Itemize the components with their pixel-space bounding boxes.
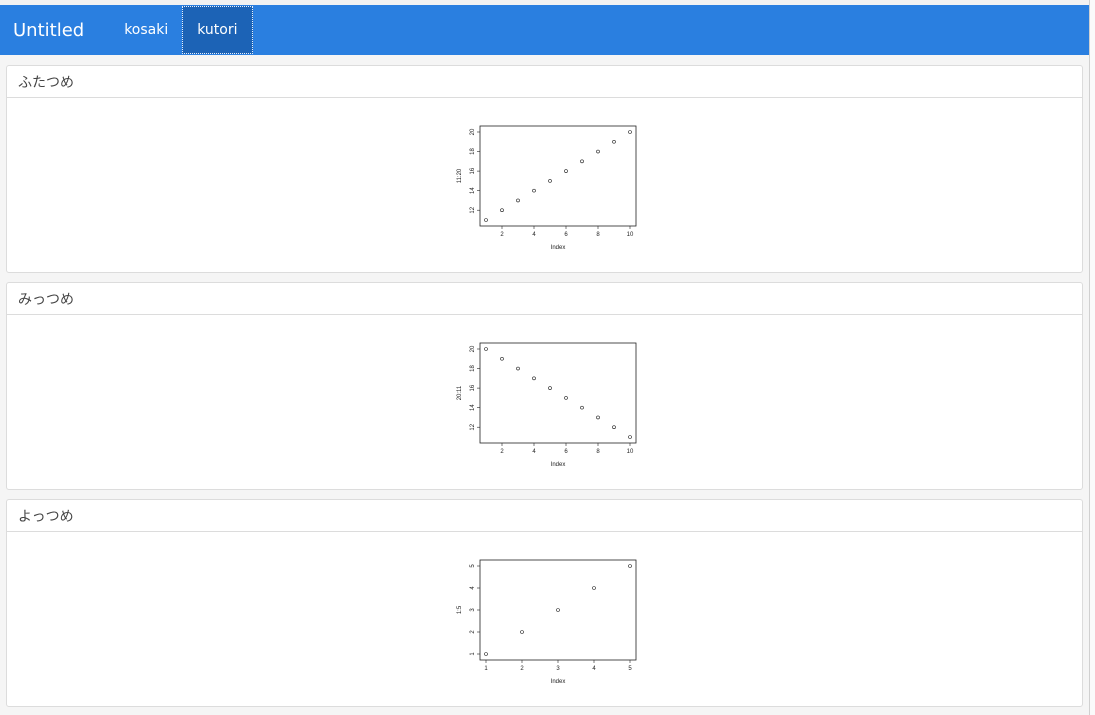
y-tick-label: 18	[470, 148, 476, 155]
panel-yottsume: よっつめ 1 2 3 4 5 1 2 3 4 5 Index 1:5	[6, 499, 1083, 707]
y-tick-label: 14	[470, 187, 476, 194]
data-point	[612, 425, 616, 430]
data-point	[592, 586, 596, 590]
data-point	[500, 356, 504, 361]
y-tick-label: 20	[470, 128, 476, 135]
x-tick-label: 8	[596, 449, 600, 455]
scatter-plot: 2 4 6 8 10 12 14 16 18 20 Index 11:20	[457, 125, 637, 251]
data-point	[628, 564, 632, 568]
y-tick-label: 14	[470, 404, 476, 411]
data-point	[484, 218, 488, 222]
x-tick-label: 5	[628, 666, 632, 672]
data-point	[532, 188, 536, 193]
data-point	[484, 652, 488, 656]
data-point	[580, 159, 584, 164]
plot-frame	[479, 559, 637, 661]
plot-container: 2 4 6 8 10 12 14 16 18 20 Index 20:11	[7, 315, 1082, 489]
data-point	[596, 415, 600, 420]
shiny-app: Untitled kosaki kutori ふたつめ 2 4 6 8 10 12 14 16…	[0, 5, 1089, 715]
x-tick-label: 10	[627, 232, 634, 238]
y-axis-label: 1:5	[457, 605, 463, 614]
y-tick-label: 18	[470, 365, 476, 372]
data-point	[500, 208, 504, 213]
tab-kosaki[interactable]: kosaki	[110, 6, 182, 54]
data-point	[564, 169, 568, 173]
y-tick-label: 12	[470, 423, 476, 430]
scatter-plot: 2 4 6 8 10 12 14 16 18 20 Index 20:11	[457, 342, 637, 468]
y-tick-label: 20	[470, 345, 476, 352]
data-point	[580, 405, 584, 410]
data-point	[556, 608, 560, 612]
y-tick-label: 3	[470, 608, 476, 612]
panel-mittsume: みっつめ 2 4 6 8 10 12 14 16 18 20 Index 20:11	[6, 282, 1083, 490]
x-tick-label: 8	[596, 232, 600, 238]
data-point	[548, 179, 552, 183]
x-tick-label: 4	[532, 449, 536, 455]
tab-content: ふたつめ 2 4 6 8 10 12 14 16 18 20 Index 11:20 みっつめ 246…	[0, 55, 1089, 707]
y-tick-label: 2	[470, 630, 476, 634]
x-tick-label: 3	[556, 666, 560, 672]
data-point	[628, 130, 632, 134]
data-point	[516, 366, 520, 371]
x-axis-label: Index	[551, 245, 566, 251]
y-tick-label: 12	[470, 206, 476, 213]
data-point	[612, 139, 616, 144]
x-tick-label: 2	[500, 232, 504, 238]
data-point	[484, 347, 488, 351]
x-tick-label: 2	[500, 449, 504, 455]
y-axis-label: 20:11	[457, 385, 463, 400]
x-axis-label: Index	[551, 462, 566, 468]
y-tick-label: 16	[470, 384, 476, 391]
data-point	[596, 149, 600, 154]
y-tick-label: 16	[470, 167, 476, 174]
panel-futatsume: ふたつめ 2 4 6 8 10 12 14 16 18 20 Index 11:20	[6, 65, 1083, 273]
x-tick-label: 1	[484, 666, 488, 672]
data-point	[548, 386, 552, 390]
app-title: Untitled	[13, 19, 85, 41]
panel-title: みっつめ	[7, 283, 1082, 315]
scatter-plot: 1 2 3 4 5 1 2 3 4 5 Index 1:5	[457, 559, 637, 685]
y-tick-label: 1	[470, 652, 476, 656]
panel-title: ふたつめ	[7, 66, 1082, 98]
data-point	[532, 376, 536, 381]
x-tick-label: 6	[564, 449, 568, 455]
x-tick-label: 4	[532, 232, 536, 238]
data-point	[516, 198, 520, 203]
y-tick-label: 4	[470, 586, 476, 590]
plot-container: 2 4 6 8 10 12 14 16 18 20 Index 11:20	[7, 98, 1082, 272]
x-tick-label: 4	[592, 666, 596, 672]
tab-kutori[interactable]: kutori	[182, 6, 253, 54]
data-point	[628, 435, 632, 439]
x-tick-label: 6	[564, 232, 568, 238]
navbar: Untitled kosaki kutori	[0, 5, 1089, 55]
data-point	[520, 630, 524, 634]
x-axis-label: Index	[551, 679, 566, 685]
x-tick-label: 2	[520, 666, 524, 672]
plot-container: 1 2 3 4 5 1 2 3 4 5 Index 1:5	[7, 532, 1082, 706]
data-point	[564, 396, 568, 400]
panel-title: よっつめ	[7, 500, 1082, 532]
x-tick-label: 10	[627, 449, 634, 455]
y-axis-label: 11:20	[457, 168, 463, 183]
window-right-edge	[1089, 0, 1095, 715]
y-tick-label: 5	[470, 564, 476, 568]
